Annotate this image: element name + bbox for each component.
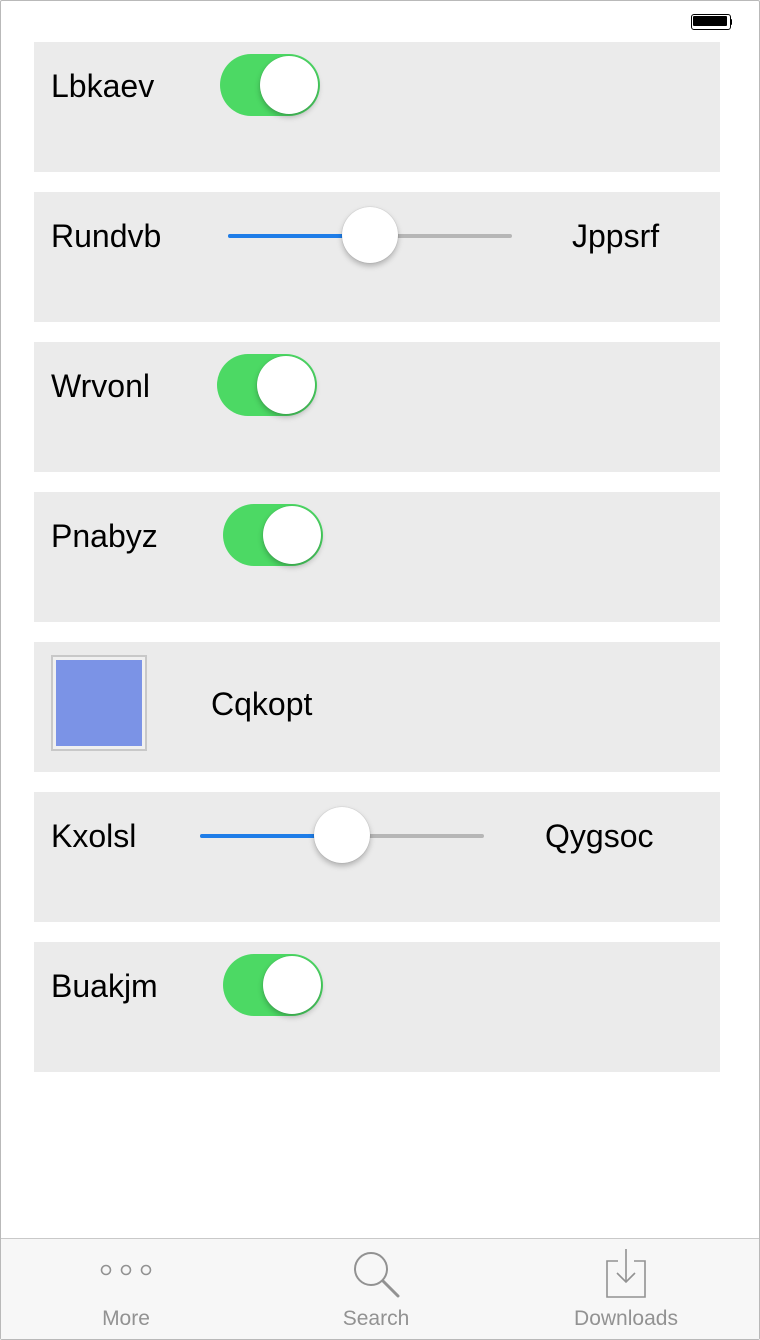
row-toggle-4: Buakjm	[34, 942, 720, 1072]
toggle-switch[interactable]	[220, 54, 320, 116]
toggle-label: Buakjm	[51, 968, 158, 1004]
row-color: Cqkopt	[34, 642, 720, 772]
row-slider-1: Rundvb Jppsrf	[34, 192, 720, 322]
tab-downloads[interactable]: Downloads	[526, 1239, 726, 1339]
search-icon	[354, 1252, 400, 1298]
slider-thumb[interactable]	[314, 807, 370, 863]
toggle-label: Lbkaev	[51, 68, 155, 104]
toggle-knob	[263, 956, 321, 1014]
tab-label: Search	[342, 1307, 410, 1330]
slider-right-label: Jppsrf	[572, 218, 660, 254]
toggle-label: Pnabyz	[51, 518, 158, 554]
toggle-knob	[260, 56, 318, 114]
slider-right-label: Qygsoc	[545, 818, 654, 854]
tab-label: More	[102, 1307, 150, 1330]
slider[interactable]	[228, 206, 512, 266]
slider[interactable]	[200, 806, 484, 866]
toggle-knob	[263, 506, 321, 564]
tab-more[interactable]: More	[26, 1239, 226, 1339]
more-dots-icon	[100, 1264, 152, 1276]
row-toggle-3: Pnabyz	[34, 492, 720, 622]
tab-label: Downloads	[574, 1307, 678, 1330]
toggle-switch[interactable]	[223, 504, 323, 566]
row-toggle-2: Wrvonl	[34, 342, 720, 472]
toggle-knob	[257, 356, 315, 414]
color-swatch-button[interactable]	[51, 655, 147, 751]
toggle-switch[interactable]	[223, 954, 323, 1016]
tab-search[interactable]: Search	[276, 1239, 476, 1339]
slider-left-label: Rundvb	[51, 218, 162, 254]
toggle-switch[interactable]	[217, 354, 317, 416]
slider-left-label: Kxolsl	[51, 818, 137, 854]
toggle-label: Wrvonl	[51, 368, 150, 404]
row-toggle-1: Lbkaev	[34, 42, 720, 172]
downloads-icon	[606, 1249, 646, 1298]
tab-bar: More Search Downloads	[1, 1238, 759, 1339]
battery-icon	[691, 14, 733, 30]
color-swatch	[56, 660, 142, 746]
slider-thumb[interactable]	[342, 207, 398, 263]
row-slider-2: Kxolsl Qygsoc	[34, 792, 720, 922]
color-label: Cqkopt	[211, 686, 313, 722]
